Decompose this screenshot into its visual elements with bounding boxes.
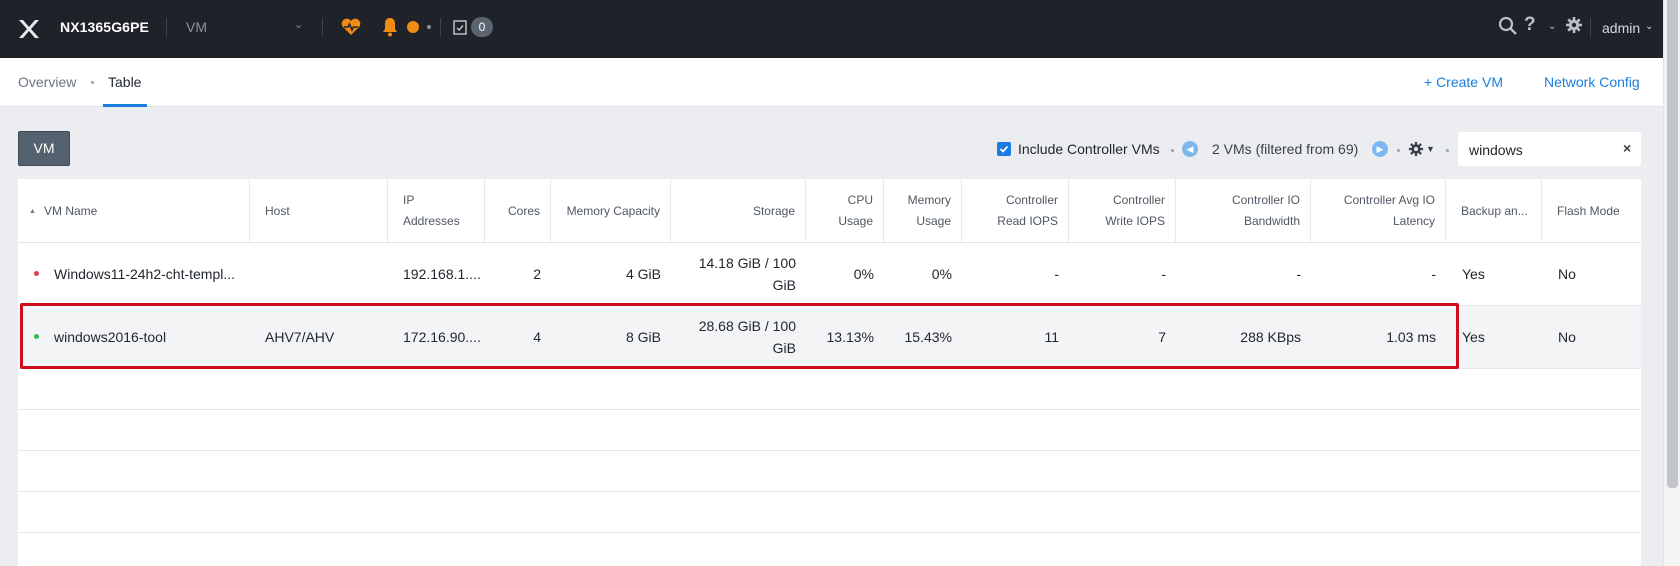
chevron-right-icon: ▶: [1376, 144, 1384, 154]
vm-power-on-status-icon: [34, 334, 39, 339]
health-heart-icon[interactable]: [340, 17, 362, 37]
cell-controller-avg-io-latency: 1.03 ms: [1386, 329, 1436, 345]
vm-entity-button[interactable]: VM: [18, 131, 70, 166]
cell-controller-read-iops: 11: [1044, 329, 1059, 345]
chevron-down-icon[interactable]: ⌄: [1548, 21, 1556, 32]
empty-table-row: [18, 451, 1641, 492]
cell-backup: Yes: [1462, 266, 1485, 282]
alert-status-dot[interactable]: [407, 21, 419, 33]
divider: [166, 18, 167, 37]
entity-selector[interactable]: VM: [186, 19, 207, 35]
table-row[interactable]: windows2016-tool AHV7/AHV 172.16.90.... …: [18, 306, 1641, 369]
cell-flash-mode: No: [1558, 329, 1576, 345]
column-header-storage[interactable]: Storage: [671, 179, 806, 243]
scrollbar-thumb[interactable]: [1667, 0, 1678, 488]
column-header-controller-io-bandwidth[interactable]: Controller IO Bandwidth: [1176, 179, 1311, 243]
checkmark-icon: [999, 145, 1009, 153]
cell-cpu-usage: 13.13%: [826, 329, 874, 345]
column-header-vm-name[interactable]: VM Name: [18, 179, 250, 243]
top-bar: NX1365G6PE VM ⌄ 0 ? ⌄ admin ⌄: [0, 0, 1680, 58]
next-page-button[interactable]: ▶: [1372, 141, 1388, 157]
sub-navigation: Overview Table + Create VM Network Confi…: [0, 58, 1663, 107]
cell-flash-mode: No: [1558, 266, 1576, 282]
cell-ip-addresses: 172.16.90....: [403, 329, 481, 345]
cell-controller-io-bandwidth: -: [1296, 266, 1301, 282]
cell-memory-usage: 15.43%: [904, 329, 952, 345]
chevron-down-icon[interactable]: ⌄: [294, 18, 303, 31]
column-header-controller-read-iops[interactable]: Controller Read IOPS: [962, 179, 1069, 243]
column-header-host[interactable]: Host: [250, 179, 388, 243]
column-header-cpu-usage[interactable]: CPU Usage: [806, 179, 884, 243]
chevron-left-icon: ◀: [1186, 144, 1194, 154]
cell-cores: 4: [533, 329, 541, 345]
empty-table-row: [18, 369, 1641, 410]
column-header-backup[interactable]: Backup an...: [1446, 179, 1542, 243]
column-header-controller-avg-io-latency[interactable]: Controller Avg IO Latency: [1311, 179, 1446, 243]
table-header: ▲ VM Name Host IP Addresses Cores Memory…: [18, 179, 1641, 243]
task-count-badge[interactable]: 0: [471, 17, 493, 37]
toolbar-separator: [1397, 149, 1400, 152]
vm-search-input[interactable]: windows ×: [1458, 132, 1641, 166]
help-icon[interactable]: ?: [1524, 14, 1536, 36]
cell-cores: 2: [533, 266, 541, 282]
column-header-memory-capacity[interactable]: Memory Capacity: [551, 179, 671, 243]
include-controller-vms-checkbox[interactable]: [997, 142, 1011, 156]
cell-host[interactable]: AHV7/AHV: [250, 306, 388, 368]
user-menu[interactable]: admin: [1602, 20, 1640, 36]
include-controller-vms-label[interactable]: Include Controller VMs: [1018, 141, 1160, 157]
tab-overview[interactable]: Overview: [18, 74, 76, 90]
table-row[interactable]: Windows11-24h2-cht-templ... 192.168.1...…: [18, 243, 1641, 306]
event-status-dot[interactable]: [427, 25, 431, 29]
search-icon[interactable]: [1498, 16, 1518, 36]
column-header-cores[interactable]: Cores: [485, 179, 551, 243]
tasks-clipboard-icon[interactable]: [453, 19, 467, 35]
divider: [322, 18, 323, 37]
clear-search-icon[interactable]: ×: [1623, 140, 1631, 156]
column-header-controller-write-iops[interactable]: Controller Write IOPS: [1069, 179, 1176, 243]
cell-controller-write-iops: -: [1161, 266, 1166, 282]
cell-vm-name[interactable]: windows2016-tool: [44, 306, 250, 368]
cell-controller-avg-io-latency: -: [1431, 266, 1436, 282]
create-vm-link[interactable]: + Create VM: [1424, 74, 1503, 90]
cluster-name[interactable]: NX1365G6PE: [60, 19, 149, 35]
settings-gear-icon[interactable]: [1565, 16, 1583, 34]
empty-table-row: [18, 492, 1641, 533]
active-tab-indicator: [103, 104, 147, 107]
cell-host[interactable]: [250, 243, 388, 305]
alerts-bell-icon[interactable]: [382, 17, 398, 37]
cell-memory-capacity: 4 GiB: [625, 266, 661, 282]
column-header-flash-mode[interactable]: Flash Mode: [1542, 179, 1641, 243]
page-scrollbar[interactable]: [1663, 0, 1680, 566]
cell-ip-addresses: 192.168.1....: [403, 266, 481, 282]
search-value[interactable]: windows: [1469, 142, 1523, 158]
toolbar-separator: [1171, 149, 1174, 152]
vm-table: ▲ VM Name Host IP Addresses Cores Memory…: [18, 179, 1641, 566]
cell-controller-io-bandwidth: 288 KBps: [1240, 329, 1301, 345]
tab-separator: [91, 81, 94, 84]
nutanix-logo-icon[interactable]: [17, 17, 41, 41]
divider: [440, 18, 441, 37]
cell-backup: Yes: [1462, 329, 1485, 345]
cell-storage: 28.68 GiB / 100 GiB: [698, 318, 796, 356]
pagination-summary: 2 VMs (filtered from 69): [1212, 141, 1359, 157]
cell-storage: 14.18 GiB / 100 GiB: [698, 255, 796, 293]
table-settings-gear-icon[interactable]: [1408, 141, 1424, 157]
cell-controller-read-iops: -: [1054, 266, 1059, 282]
cell-controller-write-iops: 7: [1158, 329, 1166, 345]
cell-memory-capacity: 8 GiB: [625, 329, 661, 345]
tab-table[interactable]: Table: [108, 74, 141, 90]
empty-table-row: [18, 410, 1641, 451]
cell-memory-usage: 0%: [931, 266, 952, 282]
chevron-down-icon[interactable]: ⌄: [1645, 21, 1653, 32]
cell-cpu-usage: 0%: [853, 266, 874, 282]
divider: [1590, 18, 1591, 37]
previous-page-button[interactable]: ◀: [1182, 141, 1198, 157]
toolbar-separator: [1446, 149, 1449, 152]
column-header-memory-usage[interactable]: Memory Usage: [884, 179, 962, 243]
vm-power-off-status-icon: [34, 271, 39, 276]
cell-vm-name[interactable]: Windows11-24h2-cht-templ...: [44, 243, 250, 305]
chevron-down-icon[interactable]: ▼: [1426, 144, 1435, 154]
network-config-link[interactable]: Network Config: [1544, 74, 1640, 90]
column-header-ip-addresses[interactable]: IP Addresses: [388, 179, 485, 243]
